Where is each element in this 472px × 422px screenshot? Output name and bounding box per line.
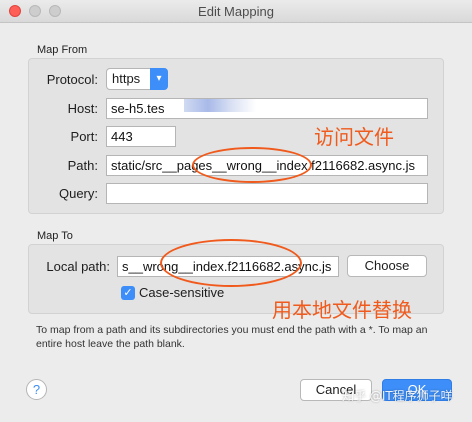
case-sensitive-checkbox[interactable]: ✓	[121, 286, 135, 300]
help-button[interactable]: ?	[26, 379, 47, 400]
window-title: Edit Mapping	[198, 4, 274, 19]
hint-text: To map from a path and its subdirectorie…	[36, 324, 428, 350]
chevron-down-icon[interactable]: ▾	[150, 68, 168, 90]
host-label: Host:	[67, 101, 98, 116]
case-sensitive-label: Case-sensitive	[139, 285, 225, 300]
port-label: Port:	[70, 129, 98, 144]
path-highlight-ellipse	[192, 147, 312, 183]
host-input[interactable]: se-h5.tes	[106, 98, 428, 119]
query-label: Query:	[58, 186, 98, 201]
redaction-blur	[184, 99, 256, 112]
map-from-label: Map From	[37, 44, 88, 56]
map-to-label: Map To	[37, 230, 73, 242]
protocol-select[interactable]: https ▾	[106, 68, 168, 90]
protocol-label: Protocol:	[46, 72, 98, 87]
watermark: 知乎 @IT程序狮子咩	[342, 389, 453, 403]
annotation-access-file: 访问文件	[314, 125, 394, 149]
choose-button[interactable]: Choose	[347, 255, 427, 277]
path-label: Path:	[67, 158, 98, 173]
title-bar: Edit Mapping	[0, 0, 472, 23]
query-input[interactable]	[106, 183, 428, 204]
protocol-value: https	[112, 71, 141, 86]
port-input[interactable]: 443	[106, 126, 176, 147]
local-path-label: Local path:	[46, 259, 110, 274]
annotation-replace-local: 用本地文件替换	[272, 298, 412, 322]
local-path-highlight-ellipse	[160, 239, 302, 287]
